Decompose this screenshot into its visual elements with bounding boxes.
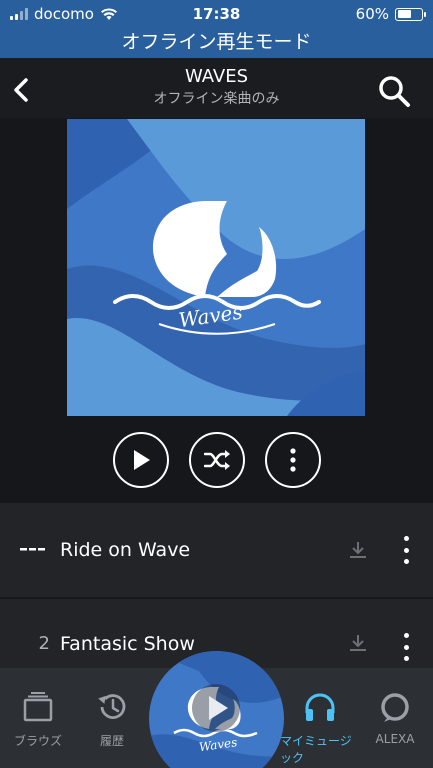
track-more-button[interactable] <box>402 536 410 564</box>
album-artwork-image: Waves <box>67 119 365 416</box>
battery-icon <box>395 7 426 21</box>
headphones-icon <box>303 690 337 724</box>
cellular-signal-icon <box>10 8 28 20</box>
tab-label: ブラウズ <box>13 734 62 748</box>
shuffle-icon <box>203 450 230 470</box>
alexa-icon <box>378 690 412 724</box>
clock: 17:38 <box>192 5 241 23</box>
more-options-button[interactable] <box>264 432 321 488</box>
play-icon <box>133 450 150 470</box>
album-artwork[interactable]: Waves <box>67 119 365 416</box>
search-icon <box>379 76 410 107</box>
history-icon <box>95 690 129 724</box>
status-right: 60% <box>355 5 426 23</box>
tab-history[interactable]: 履歴 <box>72 668 152 768</box>
download-icon[interactable] <box>348 540 368 560</box>
page-title: WAVES <box>184 66 249 87</box>
header: WAVES オフライン楽曲のみ <box>0 58 433 118</box>
browse-icon <box>21 690 55 724</box>
tab-browse[interactable]: ブラウズ <box>0 668 78 768</box>
more-vertical-icon <box>289 448 296 472</box>
track-number: 2 <box>38 633 50 654</box>
play-button[interactable] <box>112 432 169 488</box>
tab-label: 履歴 <box>99 734 124 748</box>
carrier-name: docomo <box>34 5 94 23</box>
search-button[interactable] <box>377 74 411 108</box>
tab-label: マイミュージック <box>280 734 352 765</box>
battery-fill <box>397 10 412 18</box>
tab-my-music[interactable]: マイミュージック <box>280 668 360 768</box>
status-left: docomo <box>10 5 118 23</box>
playback-controls <box>0 432 433 490</box>
download-icon[interactable] <box>348 633 368 653</box>
tab-label: ALEXA <box>375 732 415 746</box>
battery-percent: 60% <box>355 5 389 23</box>
track-row[interactable]: Ride on Wave <box>0 503 433 597</box>
shuffle-button[interactable] <box>188 432 245 488</box>
wifi-icon <box>100 8 117 20</box>
now-playing-equalizer-icon <box>0 546 56 554</box>
track-more-button[interactable] <box>402 633 410 661</box>
track-title: Ride on Wave <box>60 539 191 561</box>
tab-alexa[interactable]: ALEXA <box>355 668 433 768</box>
offline-mode-banner[interactable]: オフライン再生モード <box>0 28 433 58</box>
page-subtitle: オフライン楽曲のみ <box>153 91 280 107</box>
status-bar: docomo 17:38 60% <box>0 0 433 28</box>
